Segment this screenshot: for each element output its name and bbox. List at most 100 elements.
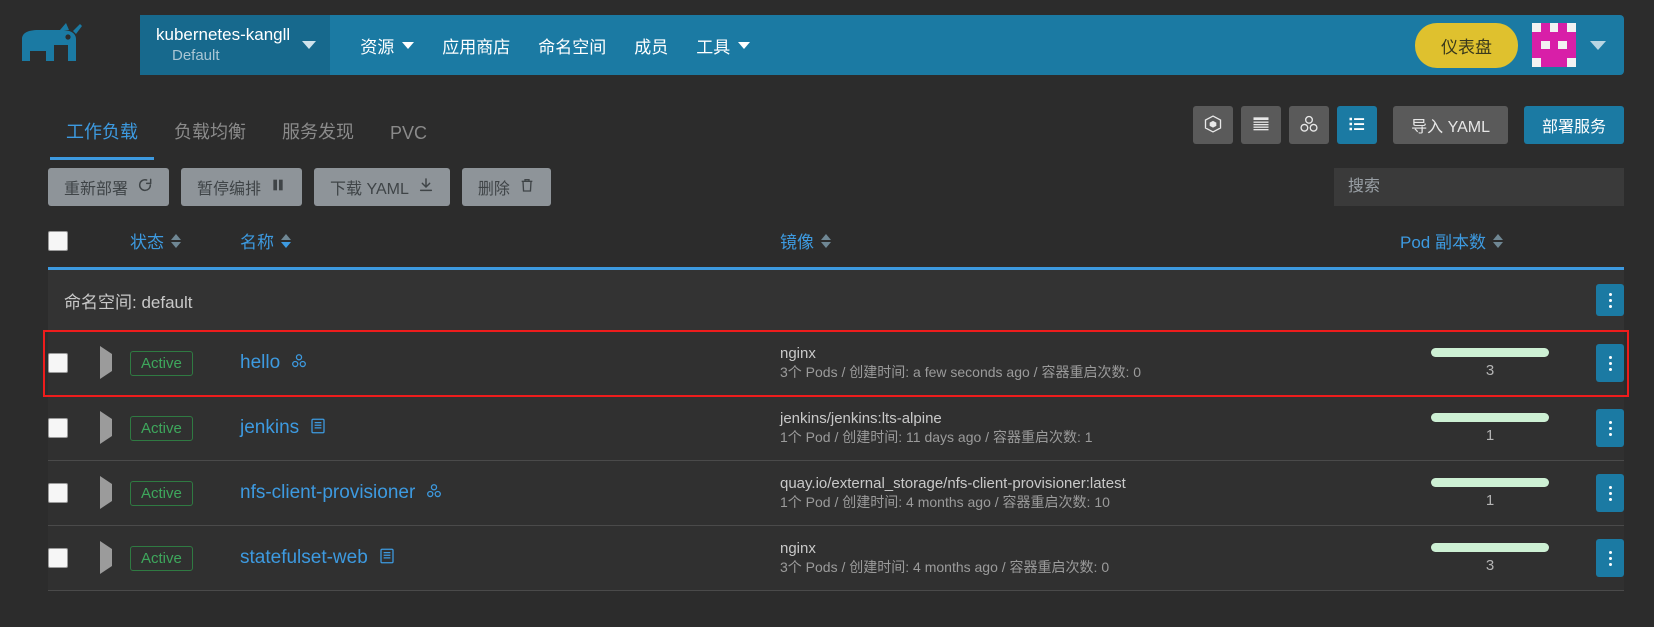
row-expand-cell [100, 330, 130, 396]
status-badge: Active [130, 545, 193, 571]
dashboard-button[interactable]: 仪表盘 [1415, 22, 1518, 68]
row-checkbox[interactable] [48, 353, 68, 373]
refresh-icon [137, 177, 153, 198]
delete-button[interactable]: 删除 [461, 168, 551, 206]
expand-row-icon[interactable] [100, 411, 112, 444]
image-detail: 1个 Pod / 创建时间: 11 days ago / 容器重启次数: 1 [780, 429, 1093, 445]
nav-item-label: 命名空间 [538, 37, 607, 57]
cube-icon [1203, 114, 1223, 137]
select-all-header [48, 220, 100, 269]
rancher-cow-logo[interactable] [0, 0, 110, 90]
status-badge: Active [130, 480, 193, 506]
nav-item-label: 应用商店 [442, 37, 511, 57]
workload-name-link[interactable]: statefulset-web [240, 547, 368, 569]
table-row[interactable]: Active nfs-client-provisioner quay.io/ex… [48, 460, 1624, 526]
sort-by-name[interactable]: 名称 [240, 228, 291, 253]
row-select-cell [48, 330, 100, 396]
deployment-icon [425, 482, 443, 505]
nav-item-members[interactable]: 成员 [620, 33, 682, 58]
nav-item-app-store[interactable]: 应用商店 [428, 33, 524, 58]
redeploy-button[interactable]: 重新部署 [48, 168, 170, 206]
list-view-button[interactable] [1337, 106, 1378, 144]
row-checkbox[interactable] [48, 483, 68, 503]
sort-icon [171, 233, 181, 248]
sort-by-image[interactable]: 镜像 [780, 228, 831, 253]
table-row[interactable]: Active jenkins jenkins/jenkins:lts-alpin… [48, 395, 1624, 461]
row-select-cell [48, 395, 100, 461]
stack-view-button[interactable] [1241, 106, 1282, 144]
sort-by-pods[interactable]: Pod 副本数 [1400, 228, 1503, 253]
chevron-down-icon [402, 41, 415, 49]
delete-label: 删除 [477, 181, 510, 198]
row-name-cell: nfs-client-provisioner [240, 460, 780, 526]
main-nav: 资源 应用商店 命名空间 成员 工具 [330, 0, 764, 90]
select-all-checkbox[interactable] [48, 230, 68, 251]
workload-group-icon [1299, 114, 1319, 137]
row-state-cell: Active [130, 525, 240, 590]
row-expand-cell [100, 460, 130, 526]
image-name: quay.io/external_storage/nfs-client-prov… [780, 475, 1126, 492]
deploy-service-button[interactable]: 部署服务 [1523, 106, 1624, 144]
statefulset-icon [309, 417, 327, 440]
workload-group-view-button[interactable] [1289, 106, 1330, 144]
workloads-table: 状态 名称 镜像 Pod 副本数 命名空间: default Active he… [48, 220, 1624, 590]
row-pods-cell: 3 [1400, 525, 1580, 590]
status-badge: Active [130, 350, 193, 376]
row-checkbox[interactable] [48, 548, 68, 568]
expand-row-icon[interactable] [100, 476, 112, 509]
search-input[interactable] [1334, 168, 1624, 206]
expand-row-icon[interactable] [100, 541, 112, 574]
row-state-cell: Active [130, 395, 240, 461]
tab-service-discovery[interactable]: 服务发现 [264, 118, 372, 160]
tab-pvc[interactable]: PVC [372, 123, 445, 160]
image-name: nginx [780, 540, 816, 557]
table-row[interactable]: Active statefulset-web nginx 3个 Pods / 创… [48, 525, 1624, 590]
user-identicon-avatar[interactable] [1532, 23, 1576, 67]
nav-item-namespaces[interactable]: 命名空间 [524, 33, 620, 58]
row-kebab-menu[interactable] [1596, 344, 1624, 382]
expand-row-icon[interactable] [100, 346, 112, 379]
row-kebab-menu[interactable] [1596, 474, 1624, 512]
name-header: 名称 [240, 220, 780, 269]
nav-item-tools[interactable]: 工具 [682, 33, 764, 58]
download-yaml-button[interactable]: 下载 YAML [314, 168, 450, 206]
name-header-label: 名称 [240, 233, 274, 252]
import-yaml-button[interactable]: 导入 YAML [1393, 106, 1508, 144]
section-tabs-bar: 工作负载 负载均衡 服务发现 PVC 导入 YAML 部署服务 [0, 90, 1654, 160]
row-state-cell: Active [130, 460, 240, 526]
pause-orchestration-button[interactable]: 暂停编排 [181, 168, 303, 206]
chevron-down-icon [302, 41, 317, 49]
row-expand-cell [100, 525, 130, 590]
nav-item-label: 工具 [696, 37, 731, 57]
cluster-selector[interactable]: kubernetes-kangll Default [140, 15, 331, 75]
row-kebab-menu[interactable] [1596, 409, 1624, 447]
image-detail: 3个 Pods / 创建时间: 4 months ago / 容器重启次数: 0 [780, 559, 1110, 575]
image-name: nginx [780, 345, 816, 362]
row-checkbox[interactable] [48, 418, 68, 438]
image-header: 镜像 [780, 220, 1400, 269]
tab-workloads[interactable]: 工作负载 [48, 118, 156, 160]
row-expand-cell [100, 395, 130, 461]
pause-label: 暂停编排 [197, 181, 262, 198]
image-detail: 1个 Pod / 创建时间: 4 months ago / 容器重启次数: 10 [780, 494, 1110, 510]
row-select-cell [48, 525, 100, 590]
sort-by-state[interactable]: 状态 [130, 228, 181, 253]
table-row[interactable]: Active hello nginx 3个 Pods / 创建时间: a few… [48, 330, 1624, 396]
row-kebab-menu[interactable] [1596, 539, 1624, 577]
nav-item-resources[interactable]: 资源 [346, 33, 428, 58]
tab-load-balancing[interactable]: 负载均衡 [156, 118, 264, 160]
download-icon [418, 177, 434, 198]
bulk-actions-bar: 重新部署 暂停编排 下载 YAML 删除 搜索 [48, 160, 1624, 220]
workload-name-link[interactable]: jenkins [240, 417, 299, 439]
pods-header-label: Pod 副本数 [1400, 233, 1486, 252]
workload-name-link[interactable]: hello [240, 352, 280, 374]
nav-item-label: 成员 [634, 37, 669, 57]
user-menu-chevron-down-icon[interactable] [1590, 40, 1606, 50]
namespace-value: default [141, 292, 193, 312]
row-pods-cell: 1 [1400, 395, 1580, 461]
workload-name-link[interactable]: nfs-client-provisioner [240, 482, 415, 504]
namespace-kebab-menu[interactable] [1596, 284, 1624, 316]
cube-view-button[interactable] [1193, 106, 1234, 144]
pod-count: 1 [1485, 426, 1495, 444]
sort-icon [281, 233, 291, 248]
